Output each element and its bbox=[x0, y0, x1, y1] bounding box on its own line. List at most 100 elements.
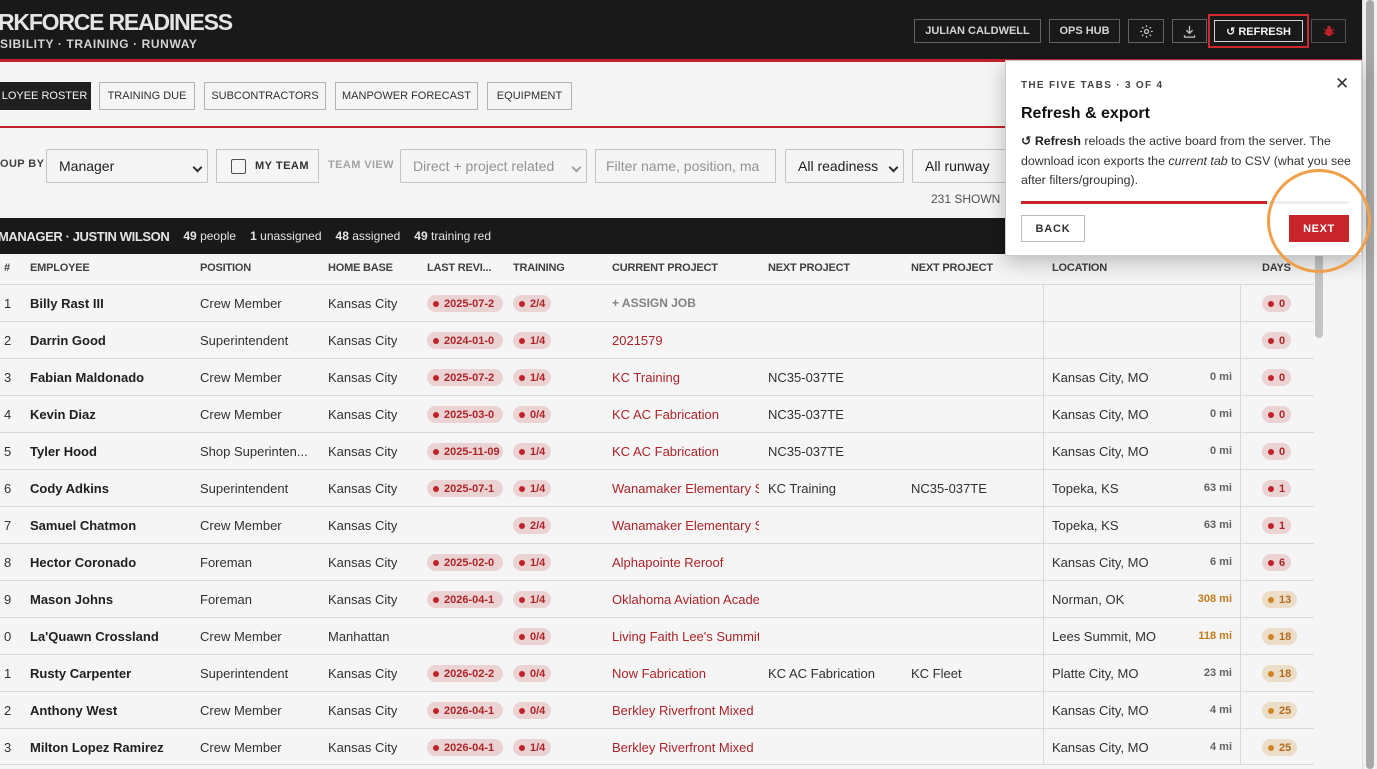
col-last-review[interactable]: LAST REVI... bbox=[427, 262, 491, 274]
status-dot-icon bbox=[433, 485, 439, 492]
current-project[interactable]: Now Fabrication bbox=[612, 666, 759, 681]
col-days[interactable]: DAYS bbox=[1262, 262, 1291, 274]
employee-name[interactable]: Tyler Hood bbox=[30, 444, 97, 459]
employee-name[interactable]: Anthony West bbox=[30, 703, 117, 718]
col-number[interactable]: # bbox=[4, 262, 10, 274]
table-row[interactable]: 3 Milton Lopez Ramirez Crew Member Kansas C… bbox=[0, 728, 1314, 765]
status-dot-icon bbox=[433, 596, 439, 603]
table-row[interactable]: 5 Tyler Hood Shop Superinten... Kansas City… bbox=[0, 432, 1314, 469]
group-by-select[interactable]: Manager bbox=[46, 149, 208, 183]
search-input[interactable]: Filter name, position, ma bbox=[595, 149, 776, 183]
tab-manpower-forecast[interactable]: MANPOWER FORECAST bbox=[335, 82, 478, 110]
status-dot-icon bbox=[433, 707, 439, 714]
employee-name[interactable]: Fabian Maldonado bbox=[30, 370, 144, 385]
next-button[interactable]: NEXT bbox=[1289, 215, 1349, 242]
page-scrollbar[interactable] bbox=[1362, 0, 1377, 769]
table-row[interactable]: 0 La'Quawn Crossland Crew Member Manhattan 0… bbox=[0, 617, 1314, 654]
current-project[interactable]: Living Faith Lee's Summit bbox=[612, 629, 759, 644]
col-current-project[interactable]: CURRENT PROJECT bbox=[612, 262, 718, 274]
current-project[interactable]: Berkley Riverfront Mixed bbox=[612, 703, 759, 718]
table-row[interactable]: 1 Rusty Carpenter Superintendent Kansas Cit… bbox=[0, 654, 1314, 691]
status-dot-icon bbox=[519, 633, 525, 640]
col-employee[interactable]: EMPLOYEE bbox=[30, 262, 90, 274]
my-team-toggle[interactable]: MY TEAM bbox=[216, 149, 319, 183]
employee-name[interactable]: Cody Adkins bbox=[30, 481, 109, 496]
status-dot-icon bbox=[1268, 744, 1274, 751]
days-badge: 0 bbox=[1262, 406, 1292, 423]
top-header: RKFORCE READINESS SIBILITY · TRAINING · … bbox=[0, 0, 1362, 62]
row-number: 0 bbox=[4, 629, 12, 644]
tab-employee-roster[interactable]: LOYEE ROSTER bbox=[0, 82, 91, 110]
tab-training-due[interactable]: TRAINING DUE bbox=[99, 82, 195, 110]
employee-name[interactable]: La'Quawn Crossland bbox=[30, 629, 159, 644]
team-view-select[interactable]: Direct + project related bbox=[400, 149, 587, 183]
col-location[interactable]: LOCATION bbox=[1052, 262, 1107, 274]
current-project[interactable]: Berkley Riverfront Mixed bbox=[612, 740, 759, 755]
employee-name[interactable]: Billy Rast III bbox=[30, 296, 104, 311]
position: Crew Member bbox=[200, 629, 282, 644]
employee-name[interactable]: Samuel Chatmon bbox=[30, 518, 136, 533]
settings-button[interactable] bbox=[1128, 19, 1164, 43]
back-button[interactable]: BACK bbox=[1021, 215, 1085, 242]
current-project[interactable]: KC AC Fabrication bbox=[612, 444, 759, 459]
group-stat-unassigned: 1 unassigned bbox=[250, 229, 322, 243]
table-scrollbar-thumb[interactable] bbox=[1315, 254, 1323, 338]
home-base: Kansas City bbox=[328, 740, 398, 755]
tour-progress-bar bbox=[1021, 201, 1349, 204]
current-project[interactable]: Wanamaker Elementary S bbox=[612, 481, 759, 496]
table-row[interactable]: 3 Fabian Maldonado Crew Member Kansas City 2… bbox=[0, 358, 1314, 395]
status-dot-icon bbox=[1268, 374, 1274, 381]
col-training[interactable]: TRAINING bbox=[513, 262, 565, 274]
table-row[interactable]: 1 Billy Rast III Crew Member Kansas City 202… bbox=[0, 284, 1314, 321]
user-button[interactable]: JULIAN CALDWELL bbox=[914, 19, 1041, 43]
employee-name[interactable]: Hector Coronado bbox=[30, 555, 136, 570]
current-project[interactable]: 2021579 bbox=[612, 333, 759, 348]
table-row[interactable]: 8 Hector Coronado Foreman Kansas City 2025-0… bbox=[0, 543, 1314, 580]
status-dot-icon bbox=[433, 411, 439, 418]
current-project[interactable]: Oklahoma Aviation Acade bbox=[612, 592, 759, 607]
days-badge: 0 bbox=[1262, 295, 1292, 312]
next-project: NC35-037TE bbox=[768, 407, 844, 422]
ops-hub-button[interactable]: OPS HUB bbox=[1049, 19, 1120, 43]
refresh-button[interactable]: ↺ REFRESH bbox=[1214, 20, 1303, 42]
employee-name[interactable]: Milton Lopez Ramirez bbox=[30, 740, 164, 755]
col-home-base[interactable]: HOME BASE bbox=[328, 262, 393, 274]
download-button[interactable] bbox=[1172, 19, 1207, 43]
scrollbar-thumb[interactable] bbox=[1366, 0, 1374, 769]
close-icon[interactable]: ✕ bbox=[1335, 75, 1349, 92]
readiness-select[interactable]: All readiness bbox=[785, 149, 904, 183]
position: Crew Member bbox=[200, 703, 282, 718]
location-cell-box bbox=[1043, 285, 1241, 321]
col-next-project-2[interactable]: NEXT PROJECT bbox=[911, 262, 993, 274]
bug-report-button[interactable] bbox=[1311, 19, 1346, 43]
location: Kansas City, MO bbox=[1052, 555, 1149, 570]
employee-name[interactable]: Kevin Diaz bbox=[30, 407, 96, 422]
employee-name[interactable]: Mason Johns bbox=[30, 592, 113, 607]
current-project[interactable]: KC Training bbox=[612, 370, 759, 385]
current-project[interactable]: KC AC Fabrication bbox=[612, 407, 759, 422]
table-row[interactable]: 4 Kevin Diaz Crew Member Kansas City 2025-03… bbox=[0, 395, 1314, 432]
table-row[interactable]: 7 Samuel Chatmon Crew Member Kansas City 2/4… bbox=[0, 506, 1314, 543]
row-number: 1 bbox=[4, 666, 12, 681]
current-project[interactable]: Alphapointe Reroof bbox=[612, 555, 759, 570]
chevron-down-icon bbox=[888, 162, 899, 173]
tab-equipment[interactable]: EQUIPMENT bbox=[487, 82, 572, 110]
current-project[interactable]: Wanamaker Elementary S bbox=[612, 518, 759, 533]
my-team-label: MY TEAM bbox=[255, 160, 310, 172]
col-next-project[interactable]: NEXT PROJECT bbox=[768, 262, 850, 274]
my-team-checkbox[interactable] bbox=[231, 158, 246, 174]
employee-name[interactable]: Darrin Good bbox=[30, 333, 106, 348]
table-row[interactable]: 9 Mason Johns Foreman Kansas City 2026-04-1 1… bbox=[0, 580, 1314, 617]
assign-job-link[interactable]: + ASSIGN JOB bbox=[612, 296, 759, 310]
position: Superintendent bbox=[200, 333, 289, 348]
tab-subcontractors[interactable]: SUBCONTRACTORS bbox=[204, 82, 326, 110]
table-row[interactable]: 6 Cody Adkins Superintendent Kansas City 202… bbox=[0, 469, 1314, 506]
table-row[interactable]: 2 Anthony West Crew Member Kansas City 2026-… bbox=[0, 691, 1314, 728]
status-dot-icon bbox=[433, 448, 439, 455]
location: Topeka, KS bbox=[1052, 481, 1119, 496]
col-position[interactable]: POSITION bbox=[200, 262, 251, 274]
runway-select[interactable]: All runway bbox=[912, 149, 1012, 183]
table-row[interactable]: 2 Darrin Good Superintendent Kansas City 202… bbox=[0, 321, 1314, 358]
employee-name[interactable]: Rusty Carpenter bbox=[30, 666, 131, 681]
status-dot-icon bbox=[519, 485, 525, 492]
